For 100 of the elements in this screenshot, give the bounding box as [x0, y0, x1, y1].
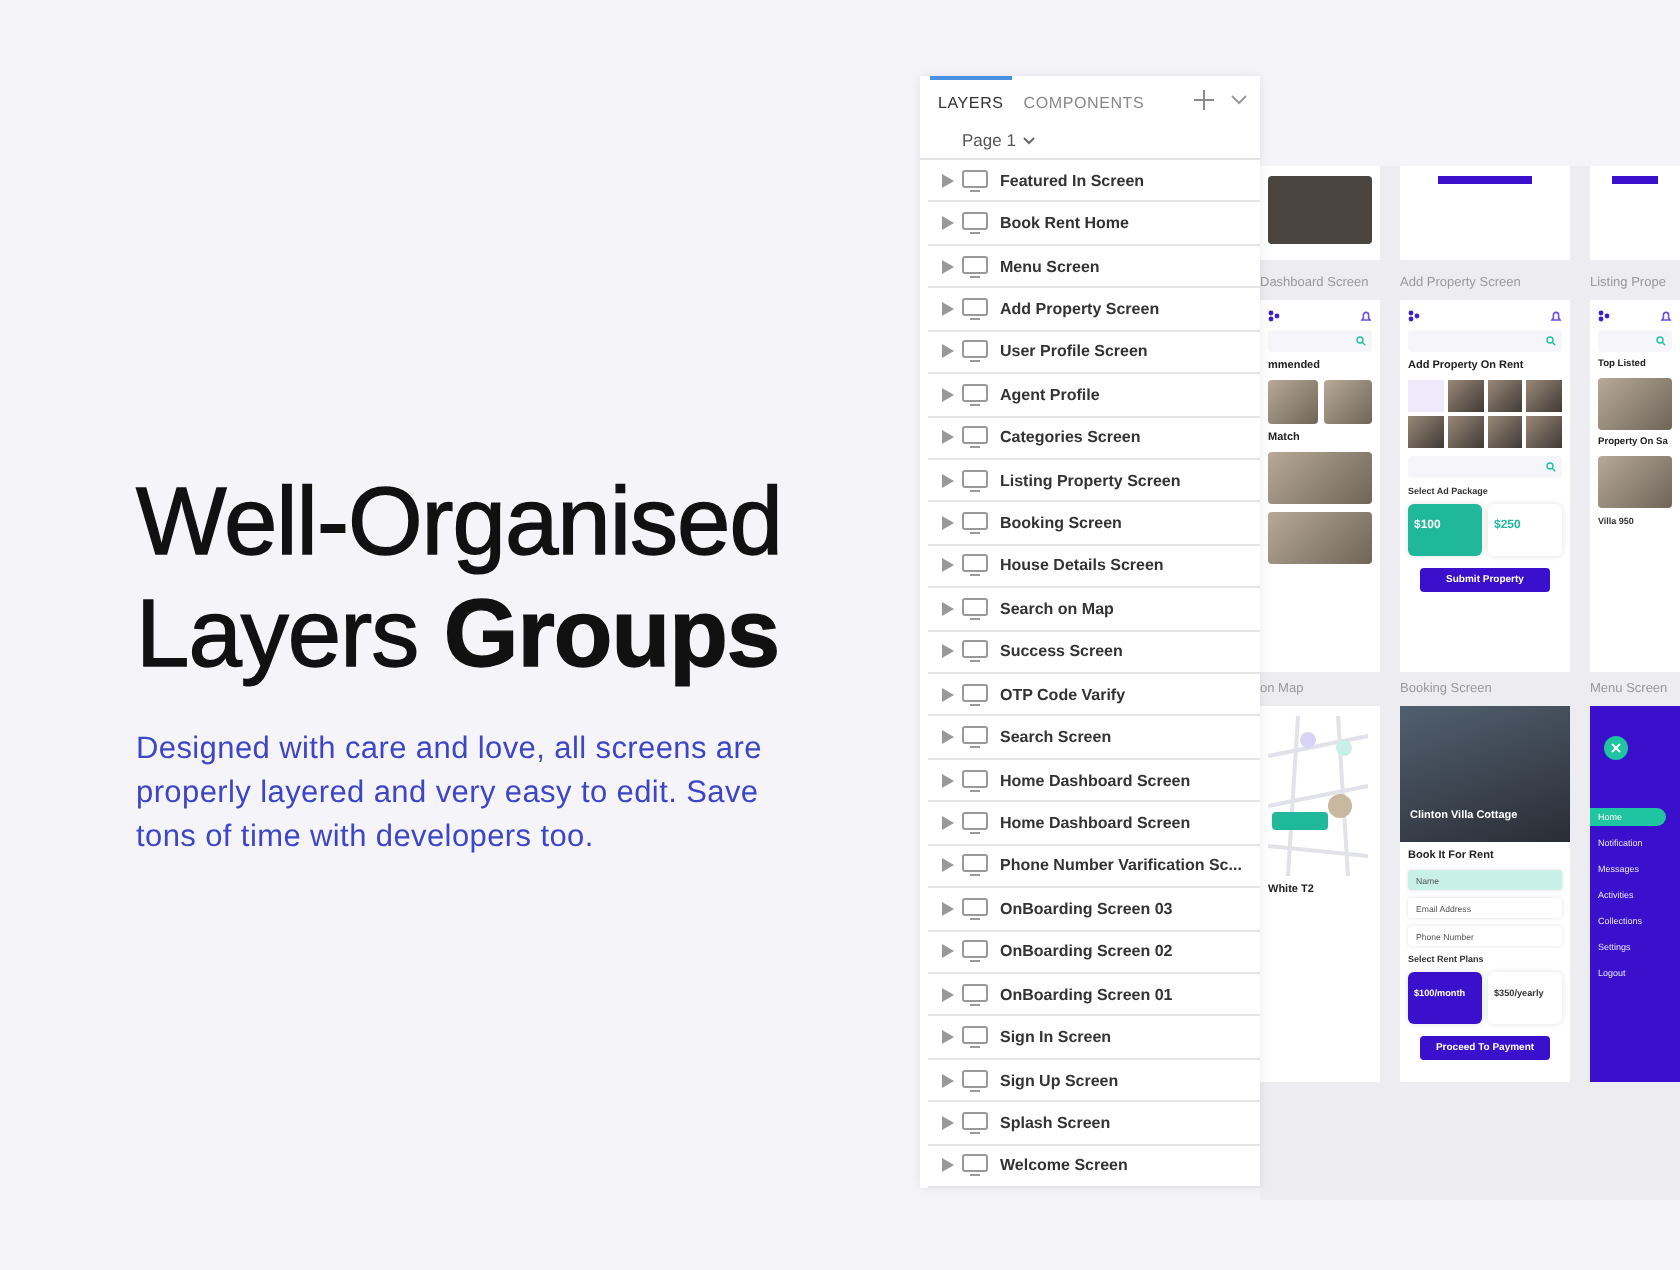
search-icon[interactable]	[1546, 462, 1556, 472]
panel-tab[interactable]: LAYERS	[930, 76, 1012, 124]
caret-icon[interactable]	[942, 944, 954, 959]
caret-icon[interactable]	[942, 344, 954, 359]
header-bar	[1612, 176, 1658, 184]
caret-icon[interactable]	[942, 601, 954, 616]
bell-icon[interactable]	[1360, 310, 1372, 322]
caret-icon[interactable]	[942, 216, 954, 231]
layer-item[interactable]: Phone Number Varification Sc...	[928, 845, 1260, 889]
photo-placeholder	[1323, 380, 1372, 424]
layer-item[interactable]: Success Screen	[928, 631, 1260, 675]
close-icon[interactable]	[1604, 736, 1628, 760]
caret-icon[interactable]	[942, 301, 954, 316]
caret-icon[interactable]	[942, 644, 954, 659]
monitor-icon	[962, 983, 988, 1006]
layer-item[interactable]: Search Screen	[928, 716, 1260, 760]
monitor-icon	[962, 683, 988, 706]
layer-item[interactable]: OTP Code Varify	[928, 674, 1260, 717]
monitor-icon	[962, 897, 988, 920]
search-field[interactable]	[1408, 456, 1562, 478]
caret-icon[interactable]	[942, 558, 954, 573]
chevron-down-icon[interactable]	[1021, 135, 1036, 146]
monitor-icon	[962, 769, 988, 792]
caret-icon[interactable]	[942, 259, 954, 274]
caret-icon[interactable]	[942, 816, 954, 831]
description-text: Designed with care and love, all screens are properly layered and very easy to edit. Save tons of time with developers too.	[136, 730, 764, 858]
caret-icon[interactable]	[942, 173, 954, 188]
layer-item[interactable]: Listing Property Screen	[928, 459, 1260, 503]
headline: Well-Organised Layers Groups	[136, 468, 784, 692]
search-field[interactable]	[1598, 330, 1672, 352]
monitor-icon	[962, 1026, 988, 1049]
bell-icon[interactable]	[1550, 310, 1562, 322]
monitor-icon	[962, 383, 988, 406]
caret-icon[interactable]	[942, 1030, 954, 1045]
monitor-icon	[962, 640, 988, 663]
search-icon[interactable]	[1546, 336, 1556, 346]
search-field[interactable]	[1268, 330, 1372, 352]
bell-icon[interactable]	[1660, 310, 1672, 322]
logo-icon	[1268, 310, 1280, 322]
layer-item[interactable]: Home Dashboard Screen	[928, 759, 1260, 803]
caret-icon[interactable]	[942, 1073, 954, 1088]
layer-item[interactable]: Categories Screen	[928, 417, 1260, 460]
monitor-icon	[962, 1069, 988, 1092]
caret-icon[interactable]	[942, 1115, 954, 1130]
page-selector[interactable]: Page 1	[962, 130, 1016, 151]
logo-icon	[1598, 310, 1610, 322]
search-icon[interactable]	[1356, 336, 1366, 346]
caret-icon[interactable]	[942, 773, 954, 788]
photo-placeholder	[1268, 452, 1372, 504]
monitor-icon	[962, 726, 988, 749]
search-field[interactable]	[1408, 330, 1562, 352]
search-icon[interactable]	[1656, 336, 1666, 346]
monitor-icon	[962, 1154, 988, 1177]
chevron-down-icon[interactable]	[1230, 94, 1248, 106]
monitor-icon	[962, 512, 988, 535]
layer-item[interactable]: Book Rent Home	[928, 202, 1260, 246]
monitor-icon	[962, 212, 988, 235]
layer-item[interactable]: Featured In Screen	[928, 159, 1260, 203]
caret-icon[interactable]	[942, 901, 954, 916]
layer-item[interactable]: Menu Screen	[928, 245, 1260, 289]
monitor-icon	[962, 469, 988, 492]
monitor-icon	[962, 597, 988, 620]
plus-icon[interactable]	[1194, 90, 1214, 110]
layer-item[interactable]: Add Property Screen	[928, 288, 1260, 332]
photo-placeholder	[1268, 380, 1317, 424]
caret-icon[interactable]	[942, 687, 954, 702]
header-bar	[1438, 176, 1532, 184]
monitor-icon	[962, 426, 988, 449]
monitor-icon	[962, 812, 988, 835]
monitor-icon	[962, 854, 988, 877]
photo-placeholder	[1268, 512, 1372, 564]
layer-item[interactable]: Search on Map	[928, 588, 1260, 632]
layer-item[interactable]: Welcome Screen	[928, 1145, 1260, 1189]
caret-icon[interactable]	[942, 858, 954, 873]
layer-item[interactable]: House Details Screen	[928, 545, 1260, 589]
caret-icon[interactable]	[942, 430, 954, 445]
caret-icon[interactable]	[942, 730, 954, 745]
logo-icon	[1408, 310, 1420, 322]
monitor-icon	[962, 255, 988, 278]
panel-tab[interactable]: COMPONENTS	[1015, 76, 1153, 124]
layer-item[interactable]: User Profile Screen	[928, 331, 1260, 375]
caret-icon[interactable]	[942, 516, 954, 531]
photo-placeholder	[1598, 456, 1672, 508]
layer-item[interactable]: Booking Screen	[928, 502, 1260, 546]
monitor-icon	[962, 940, 988, 963]
caret-icon[interactable]	[942, 987, 954, 1002]
layer-item[interactable]: Agent Profile	[928, 374, 1260, 418]
monitor-icon	[962, 297, 988, 320]
caret-icon[interactable]	[942, 1158, 954, 1173]
layer-item[interactable]: Sign In Screen	[928, 1016, 1260, 1060]
caret-icon[interactable]	[942, 387, 954, 402]
layer-item[interactable]: Home Dashboard Screen	[928, 802, 1260, 846]
monitor-icon	[962, 169, 988, 192]
photo-placeholder	[1268, 176, 1372, 244]
layer-item[interactable]: Sign Up Screen	[928, 1059, 1260, 1103]
caret-icon[interactable]	[942, 473, 954, 488]
layer-item[interactable]: Splash Screen	[928, 1102, 1260, 1146]
layer-item[interactable]: OnBoarding Screen 01	[928, 974, 1260, 1017]
layer-item[interactable]: OnBoarding Screen 03	[928, 888, 1260, 932]
layer-item[interactable]: OnBoarding Screen 02	[928, 931, 1260, 974]
